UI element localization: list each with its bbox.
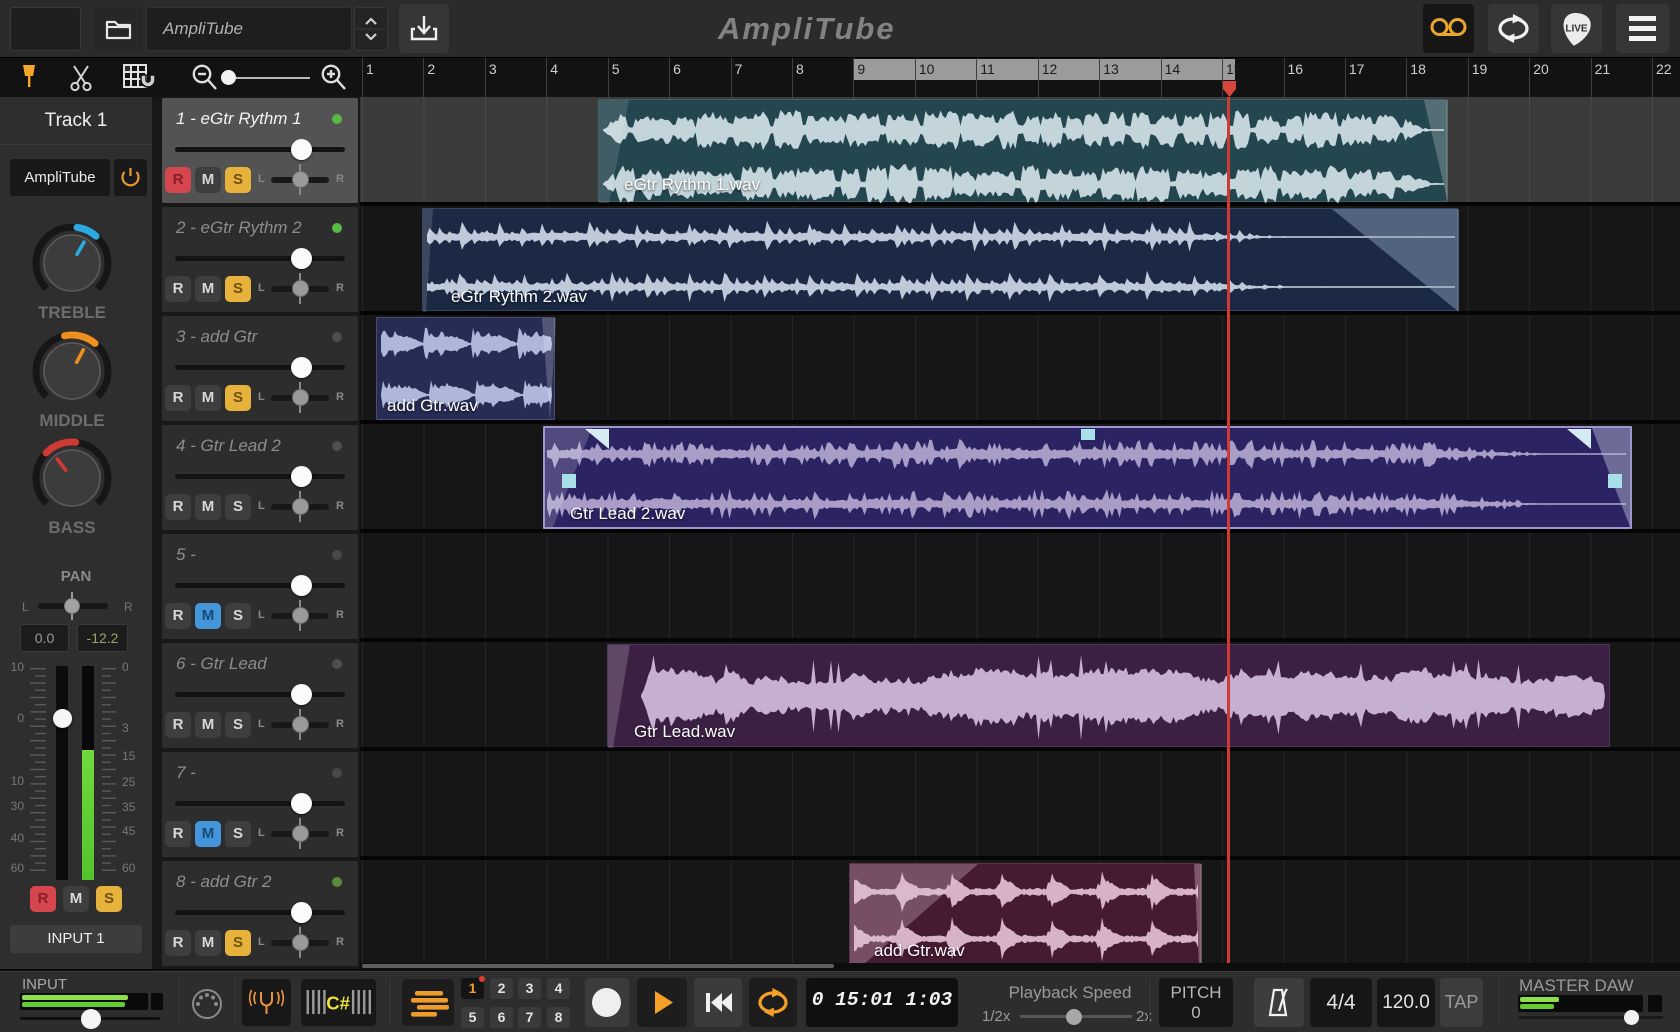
svg-text:C#: C# <box>326 992 350 1013</box>
svg-text:LIVE: LIVE <box>1565 24 1588 35</box>
